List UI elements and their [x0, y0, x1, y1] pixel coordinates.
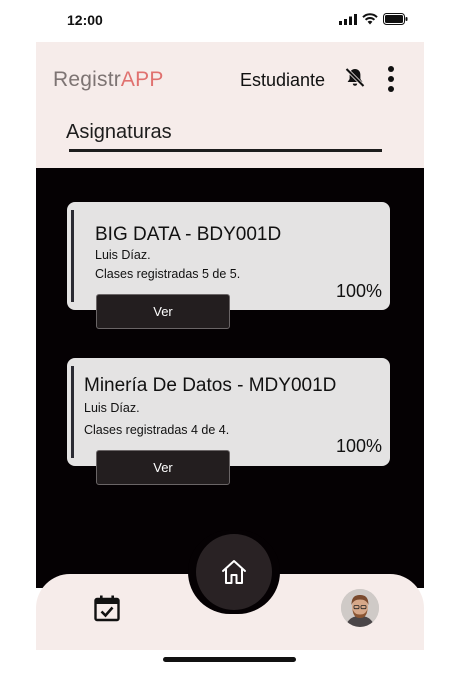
status-time: 12:00	[67, 12, 103, 28]
course-title: Minería De Datos - MDY001D	[84, 375, 337, 396]
card-accent-bar	[71, 366, 74, 458]
brand-accent: APP	[120, 68, 164, 91]
profile-photo	[341, 589, 379, 627]
home-button[interactable]	[196, 534, 272, 610]
avatar[interactable]	[341, 589, 379, 627]
more-vertical-icon[interactable]	[384, 66, 398, 92]
view-course-button[interactable]: Ver	[96, 294, 230, 329]
bell-off-icon[interactable]	[343, 66, 367, 90]
page-title: Asignaturas	[66, 121, 172, 143]
app-logo: RegistrAPP	[53, 68, 164, 92]
calendar-check-icon[interactable]	[93, 594, 121, 622]
home-indicator-area	[36, 650, 424, 688]
app-header: RegistrAPP Estudiante Asignaturas	[36, 42, 424, 168]
brand-prefix: Registr	[53, 68, 121, 91]
view-course-button[interactable]: Ver	[96, 450, 230, 485]
course-title: BIG DATA - BDY001D	[95, 224, 282, 245]
card-accent-bar	[71, 210, 74, 302]
signal-icon	[339, 13, 357, 25]
course-percentage: 100%	[335, 281, 382, 301]
course-percentage: 100%	[335, 436, 382, 456]
home-icon	[222, 560, 246, 584]
course-attendance: Clases registradas 5 de 5.	[95, 267, 241, 281]
phone-screen: 12:00 RegistrAPP Estudiante Asignaturas …	[36, 0, 424, 688]
course-teacher: Luis Díaz.	[84, 401, 140, 415]
course-attendance: Clases registradas 4 de 4.	[84, 423, 230, 437]
user-role-label: Estudiante	[240, 70, 326, 90]
status-bar: 12:00	[36, 0, 424, 42]
wifi-icon	[362, 13, 378, 25]
status-icons	[339, 13, 408, 25]
home-indicator	[163, 657, 296, 662]
course-teacher: Luis Díaz.	[95, 248, 151, 262]
title-underline	[69, 149, 382, 152]
battery-icon	[383, 13, 408, 25]
